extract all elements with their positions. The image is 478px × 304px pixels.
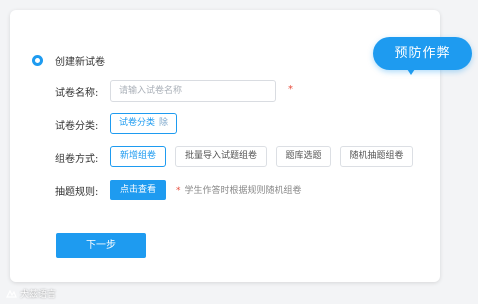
draw-rule-label: 抽题规则:: [55, 187, 99, 198]
required-mark: *: [288, 84, 293, 95]
category-remove-button[interactable]: 除: [159, 114, 168, 133]
compose-option-question-bank[interactable]: 题库选题: [276, 146, 331, 167]
paper-name-input[interactable]: [110, 80, 276, 102]
compose-option-new[interactable]: 新增组卷: [110, 146, 166, 167]
compose-option-batch-import[interactable]: 批量导入试题组卷: [175, 146, 267, 167]
bubble-tail: [405, 66, 417, 75]
anti-cheat-bubble: 预防作弊: [373, 37, 472, 70]
paper-name-label: 试卷名称:: [55, 88, 99, 99]
compose-method-label: 组卷方式:: [55, 154, 99, 165]
category-tag-label: 试卷分类: [119, 118, 156, 128]
watermark-text: 犬兹语言: [20, 290, 57, 300]
category-label: 试卷分类:: [55, 121, 99, 132]
create-new-paper-radio[interactable]: [32, 55, 43, 66]
rule-hint-star: *: [176, 186, 181, 196]
view-rule-button[interactable]: 点击查看: [110, 180, 166, 200]
rule-hint-text: 学生作答时根据规则随机组卷: [184, 186, 302, 196]
rule-hint: * 学生作答时根据规则随机组卷: [176, 183, 302, 196]
watermark: 犬兹语言: [6, 287, 56, 300]
section-title: 创建新试卷: [55, 57, 105, 68]
compose-option-random[interactable]: 随机抽题组卷: [340, 146, 413, 167]
next-step-button[interactable]: 下一步: [56, 233, 146, 258]
watermark-logo-icon: [6, 289, 17, 298]
category-tag[interactable]: 试卷分类 除: [110, 113, 178, 134]
